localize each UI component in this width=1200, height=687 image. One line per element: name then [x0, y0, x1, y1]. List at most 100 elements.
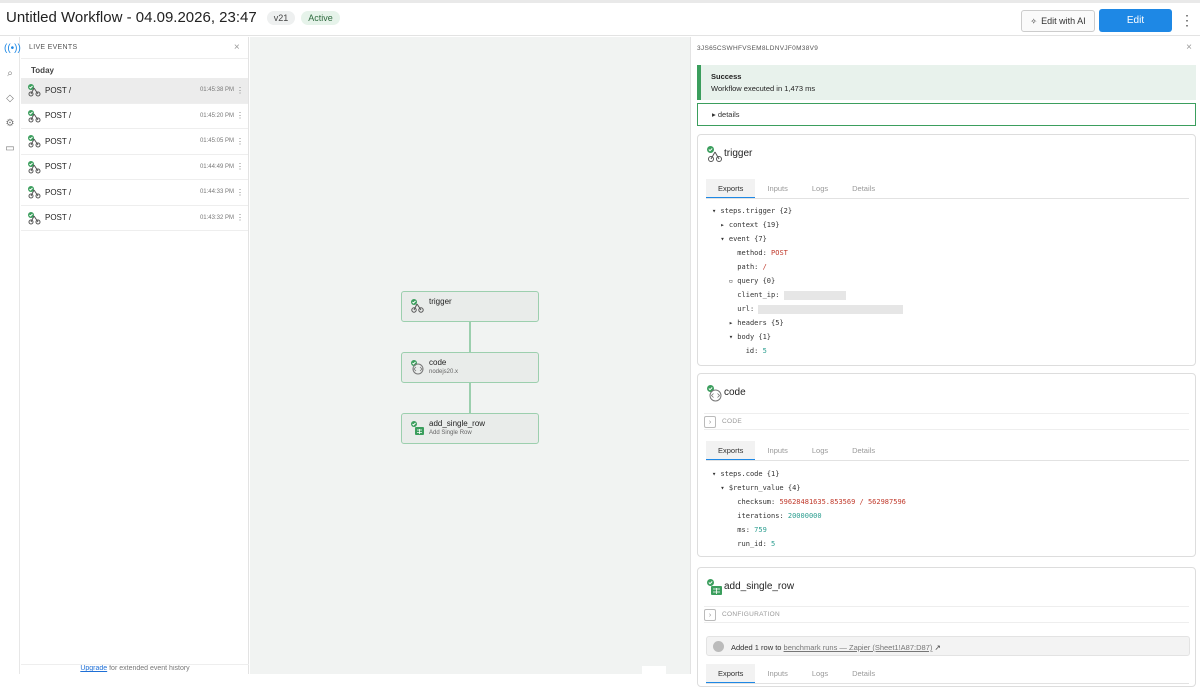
event-time: 01:45:05 PM: [199, 138, 234, 145]
event-menu-icon[interactable]: ⋮: [236, 137, 244, 146]
edit-with-ai-button[interactable]: ✧ Edit with AI: [1021, 10, 1095, 32]
event-menu-icon[interactable]: ⋮: [236, 188, 244, 197]
tree-leaf: ms: 759: [737, 526, 767, 534]
event-label: POST /: [45, 85, 72, 95]
details-toggle[interactable]: ▸ details: [697, 103, 1196, 126]
step-card-trigger: trigger Exports Inputs Logs Details ▾ st…: [697, 134, 1196, 366]
tab-logs[interactable]: Logs: [800, 179, 840, 198]
event-menu-icon[interactable]: ⋮: [236, 162, 244, 171]
code-icon: [707, 385, 722, 402]
step-card-add-single-row: add_single_row › CONFIGURATION Added 1 r…: [697, 567, 1196, 687]
trigger-icon: [707, 146, 722, 162]
sparkle-icon: ✧: [1030, 16, 1038, 26]
event-row[interactable]: POST / 01:43:32 PM ⋮: [21, 206, 248, 231]
node-subtitle: nodejs20.x: [429, 369, 459, 375]
chevron-right-icon: ›: [704, 416, 716, 428]
event-row[interactable]: POST / 01:44:33 PM ⋮: [21, 180, 248, 206]
step-title: code: [724, 387, 746, 398]
tag-icon[interactable]: ◇: [4, 93, 16, 105]
event-menu-icon[interactable]: ⋮: [236, 213, 244, 222]
tab-exports[interactable]: Exports: [706, 441, 756, 460]
tree-leaf: url:: [712, 302, 904, 316]
close-icon[interactable]: ×: [234, 42, 240, 53]
step-title: add_single_row: [724, 581, 795, 592]
tree-node[interactable]: ▾ steps.trigger {2}: [712, 204, 903, 218]
node-name: code: [429, 358, 447, 367]
event-label: POST /: [45, 111, 72, 121]
today-label: Today: [31, 66, 54, 75]
details-label: ▸ details: [712, 110, 740, 119]
step-title: trigger: [724, 148, 753, 159]
tree-node[interactable]: ▾ steps.code {1}: [712, 467, 906, 481]
chevron-right-icon: ›: [704, 609, 716, 621]
info-icon: [713, 641, 724, 652]
event-time: 01:44:49 PM: [199, 163, 234, 170]
trigger-icon: [28, 84, 41, 97]
search-icon[interactable]: ⌕: [4, 68, 16, 80]
tree-node[interactable]: ▾ body {1}: [712, 330, 903, 344]
tab-inputs[interactable]: Inputs: [755, 179, 799, 198]
tab-logs[interactable]: Logs: [800, 441, 840, 460]
tab-details[interactable]: Details: [840, 179, 887, 198]
close-icon[interactable]: ×: [1186, 42, 1192, 53]
redacted-value: [783, 290, 846, 300]
tree-node[interactable]: ▸ context {19}: [712, 218, 903, 232]
trigger-icon: [28, 109, 41, 123]
tree-node[interactable]: ▸ headers {5}: [712, 316, 903, 330]
node-connector: [469, 321, 471, 352]
success-banner: Success Workflow executed in 1,473 ms: [697, 65, 1196, 100]
node-trigger[interactable]: trigger: [401, 291, 539, 322]
tree-leaf: method: POST: [737, 249, 788, 257]
node-connector: [469, 382, 471, 413]
code-export-tree: ▾ steps.code {1} ▾ $return_value {4} che…: [712, 467, 906, 551]
live-events-panel: LIVE EVENTS × Today POST /01:45:38 PM ⋮ PO…: [21, 37, 249, 674]
event-menu-icon[interactable]: ⋮: [236, 86, 244, 95]
redacted-value: [758, 304, 904, 314]
workflow-title[interactable]: Untitled Workflow - 04.09.2026, 23:47: [6, 9, 257, 26]
code-section-toggle[interactable]: › CODE: [704, 413, 1189, 430]
step-card-code: code › CODE Exports Inputs Logs Details …: [697, 373, 1196, 557]
tab-exports[interactable]: Exports: [706, 179, 756, 198]
canvas-minimap[interactable]: [642, 666, 666, 674]
section-label: CONFIGURATION: [722, 611, 780, 618]
tree-node[interactable]: ▾ $return_value {4}: [712, 481, 906, 495]
node-subtitle: Add Single Row: [429, 430, 472, 436]
broadcast-icon[interactable]: ((•)): [4, 43, 21, 55]
trigger-icon: [28, 211, 41, 225]
tree-leaf: run_id: 5: [737, 540, 776, 548]
event-time: 01:45:20 PM: [199, 112, 234, 119]
upgrade-link[interactable]: Upgrade: [80, 665, 107, 672]
event-row[interactable]: POST / 01:45:38 PM ⋮: [21, 78, 248, 104]
configuration-section-toggle[interactable]: › CONFIGURATION: [704, 606, 1189, 623]
event-label: POST /: [45, 162, 72, 172]
keyboard-icon[interactable]: ▭: [4, 143, 16, 155]
tab-details[interactable]: Details: [840, 441, 887, 460]
event-time: 01:44:33 PM: [199, 189, 234, 196]
node-code[interactable]: code nodejs20.x: [401, 352, 539, 383]
step-tabs: Exports Inputs Logs Details: [706, 664, 1189, 684]
trigger-icon: [28, 160, 41, 174]
event-row[interactable]: POST / 01:44:49 PM ⋮: [21, 155, 248, 180]
tab-inputs[interactable]: Inputs: [755, 441, 799, 460]
node-add-single-row[interactable]: add_single_row Add Single Row: [401, 413, 539, 444]
gear-icon[interactable]: ⚙: [4, 118, 16, 130]
section-label: CODE: [722, 418, 742, 425]
sheet-link[interactable]: benchmark runs — Zapier (Sheet1!A87:D87): [784, 643, 933, 652]
event-label: POST /: [45, 136, 72, 146]
event-row[interactable]: POST / 01:45:05 PM ⋮: [21, 129, 248, 155]
trigger-export-tree: ▾ steps.trigger {2} ▸ context {19} ▾ eve…: [712, 204, 904, 358]
more-options-icon[interactable]: ⋮: [1180, 12, 1194, 29]
tree-leaf: checksum: 59628481635.853569 / 562987596: [737, 498, 906, 506]
trigger-icon: [28, 186, 41, 199]
event-label: POST /: [45, 213, 72, 223]
tree-node[interactable]: ▫ query {0}: [712, 274, 903, 288]
inspector-panel: 3JS65CSWHFVSEM8LDNVJF0M38V9 × Success Wo…: [690, 37, 1200, 687]
tree-node[interactable]: ▾ event {7}: [712, 232, 903, 246]
event-time: 01:45:38 PM: [199, 87, 234, 94]
tree-leaf: iterations: 20000000: [737, 512, 822, 520]
event-row[interactable]: POST / 01:45:20 PM ⋮: [21, 104, 248, 129]
event-menu-icon[interactable]: ⋮: [236, 111, 244, 120]
success-title: Success: [711, 72, 742, 81]
sheets-icon: [707, 579, 722, 595]
edit-button[interactable]: Edit: [1099, 9, 1172, 32]
